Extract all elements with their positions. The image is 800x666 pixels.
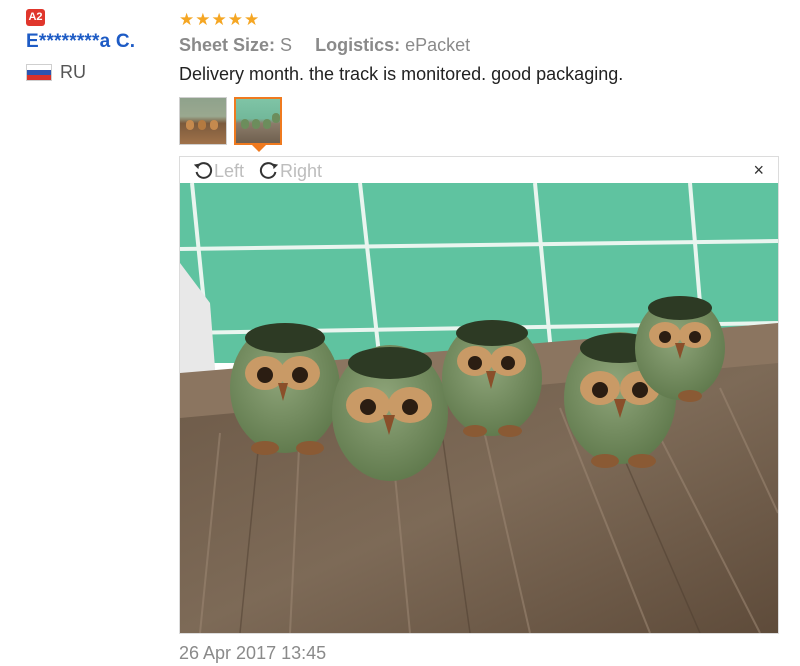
- logistics-label: Logistics:: [315, 35, 401, 55]
- close-icon[interactable]: ×: [753, 160, 764, 181]
- owl-pot-2: [332, 345, 448, 481]
- star-icon: ★: [227, 10, 243, 29]
- rotate-left-label: Left: [214, 160, 245, 181]
- russia-flag-icon: [26, 64, 52, 81]
- viewer-toolbar: Left Right ×: [180, 157, 778, 183]
- country-label: RU: [60, 62, 86, 82]
- star-icon: ★: [195, 10, 211, 29]
- reviewer-name: E********a C.: [26, 31, 136, 52]
- review-text: Delivery month. the track is monitored. …: [179, 64, 624, 84]
- reviewer-country: RU: [26, 62, 86, 83]
- review-date: 26 Apr 2017 13:45: [179, 643, 327, 663]
- order-info: Sheet Size: S Logistics: ePacket: [179, 35, 488, 56]
- photo-viewer: Left Right ×: [179, 156, 779, 634]
- sheet-size-label: Sheet Size:: [179, 35, 276, 55]
- star-icon: ★: [179, 10, 195, 29]
- logistics-value: ePacket: [405, 35, 471, 55]
- star-rating: ★ ★ ★ ★ ★: [179, 11, 259, 28]
- star-icon: ★: [211, 10, 227, 29]
- review-photo-thumbnail-2[interactable]: [234, 97, 282, 145]
- review-photo-thumbnail-1[interactable]: [179, 97, 227, 145]
- star-icon: ★: [244, 10, 260, 29]
- rotate-right-button[interactable]: Right: [258, 160, 322, 182]
- rotate-right-label: Right: [280, 160, 323, 181]
- reviewer-level-badge: A2: [26, 9, 45, 26]
- rotate-left-button[interactable]: Left: [192, 160, 244, 182]
- rotate-left-icon: [193, 162, 213, 179]
- sheet-size-value: S: [280, 35, 293, 55]
- selected-thumbnail-caret-icon: [252, 145, 266, 152]
- rotate-right-icon: [259, 162, 279, 179]
- review-photo-large: [180, 183, 778, 633]
